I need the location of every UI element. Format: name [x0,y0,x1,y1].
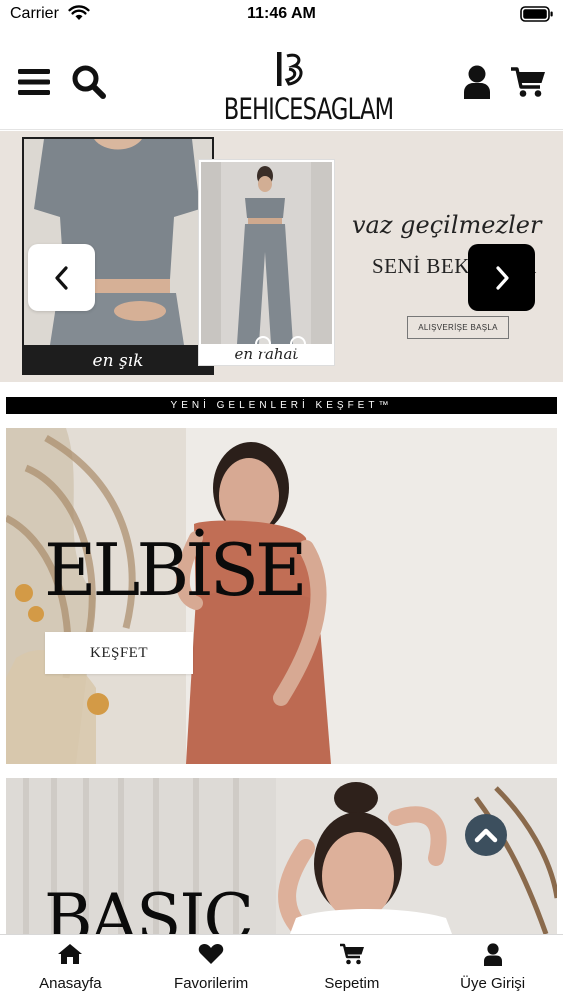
clock: 11:46 AM [247,5,316,22]
product-photo [201,162,332,344]
user-icon [464,65,490,99]
tab-label: Anasayfa [39,975,102,992]
cart-button[interactable] [506,62,550,102]
slider-dot-1[interactable] [255,336,271,352]
status-bar: Carrier 11:46 AM [0,0,563,32]
tab-home[interactable]: Anasayfa [0,935,141,1000]
category-banner-basic[interactable]: BASIC [6,778,557,934]
product-photo [24,139,212,345]
category-title-basic: BASIC [44,880,254,934]
brand-logo[interactable]: BEHICESAGLAM [205,50,395,126]
new-arrivals-banner[interactable]: YENİ GELENLERİ KEŞFET™ [6,397,557,414]
slider-dot-2[interactable] [290,336,306,352]
tab-label: Sepetim [324,975,380,992]
hero-slider[interactable]: en şık en rahat vaz geçilmezler SENİ BEK… [0,131,563,382]
tab-member-login[interactable]: Üye Girişi [422,935,563,1000]
account-button[interactable] [457,61,497,103]
slide-photo-full-outfit: en rahat [198,159,335,366]
user-icon [480,942,506,966]
menu-icon [18,69,50,95]
shop-now-button[interactable]: ALIŞVERİŞE BAŞLA [407,316,509,339]
logo-monogram-icon [277,52,303,86]
slider-next-button[interactable] [468,244,535,311]
bottom-tab-bar: Anasayfa Favorilerim Sepetim Üye Girişi [0,934,563,1000]
menu-button[interactable] [14,62,54,102]
model-crop-top-illustration [24,139,212,345]
tab-label: Favorilerim [174,975,249,992]
chevron-left-icon [54,265,68,290]
tab-favorites[interactable]: Favorilerim [141,935,282,1000]
scroll-to-top-button[interactable] [465,814,507,856]
tab-label: Üye Girişi [460,975,526,992]
app-header: BEHICESAGLAM [0,32,563,130]
slider-prev-button[interactable] [28,244,95,311]
logo-wordmark: BEHICESAGLAM [223,92,395,126]
home-icon [57,942,83,966]
category-banner-elbise[interactable]: ELBİSE KEŞFET [6,428,557,764]
slide-headline: vaz geçilmezler [352,211,542,239]
chevron-right-icon [495,265,509,290]
search-icon [72,65,106,99]
tab-cart[interactable]: Sepetim [282,935,423,1000]
category-title-elbise: ELBİSE [44,528,308,612]
search-button[interactable] [68,61,110,103]
heart-icon [198,942,224,966]
slide-caption-left: en şık [92,351,144,371]
chevron-up-icon [474,828,498,843]
cart-icon [339,942,365,966]
model-full-outfit-illustration [201,162,332,344]
battery-icon [520,6,553,22]
cart-icon [511,67,545,97]
explore-button[interactable]: KEŞFET [45,632,193,674]
